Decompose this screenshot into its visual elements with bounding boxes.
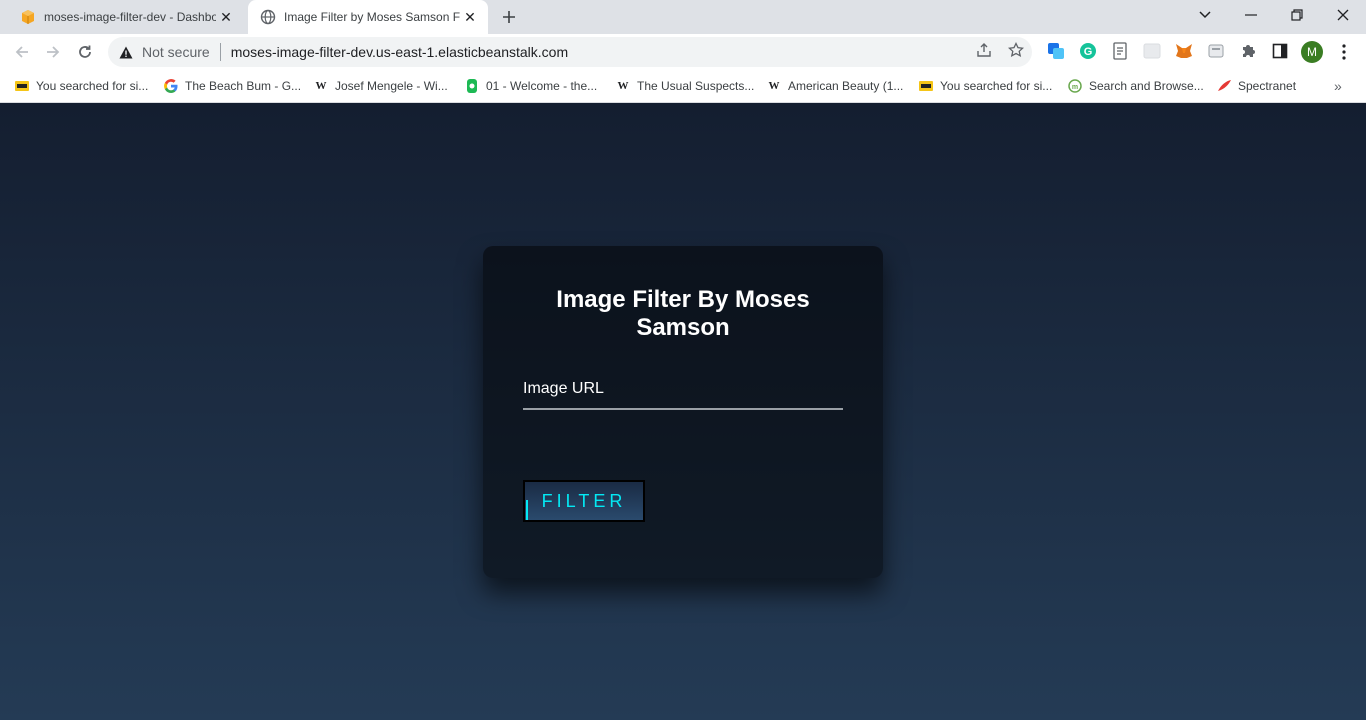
imdb-icon xyxy=(918,78,934,94)
minimize-icon xyxy=(1245,14,1257,16)
globe-icon xyxy=(260,9,276,25)
tab-extension-icon[interactable] xyxy=(1143,42,1161,60)
grammarly-icon[interactable]: G xyxy=(1079,42,1097,60)
spectranet-icon xyxy=(1216,78,1232,94)
close-icon xyxy=(1337,9,1349,21)
back-button[interactable] xyxy=(9,39,35,65)
bookmark-item[interactable]: You searched for si... xyxy=(14,76,148,96)
course-icon xyxy=(464,78,480,94)
tab-close-icon[interactable]: ✕ xyxy=(460,7,480,27)
restore-icon xyxy=(1291,9,1303,21)
image-url-field[interactable]: Image URL xyxy=(523,374,843,410)
bookmark-item[interactable]: You searched for si... xyxy=(918,76,1052,96)
tab-image-filter[interactable]: Image Filter by Moses Samson Fo ✕ xyxy=(248,0,488,34)
tab-dashboard[interactable]: moses-image-filter-dev - Dashbo ✕ xyxy=(8,0,244,34)
bookmark-label: Search and Browse... xyxy=(1089,79,1204,93)
bookmarks-bar: You searched for si... The Beach Bum - G… xyxy=(0,70,1366,103)
svg-text:m: m xyxy=(1072,84,1078,91)
wikipedia-icon: W xyxy=(768,80,780,92)
filter-card: Image Filter By Moses Samson Image URL F… xyxy=(483,246,883,578)
bookmark-label: You searched for si... xyxy=(36,79,149,93)
image-url-input[interactable] xyxy=(523,374,843,408)
arrow-left-icon xyxy=(15,46,28,58)
button-accent-line xyxy=(526,500,528,520)
aws-box-icon xyxy=(22,10,34,24)
url-text[interactable]: moses-image-filter-dev.us-east-1.elastic… xyxy=(231,44,568,60)
forward-button[interactable] xyxy=(40,39,66,65)
metamask-fox-icon[interactable] xyxy=(1175,42,1193,60)
wikipedia-icon: W xyxy=(315,80,327,92)
close-window-button[interactable] xyxy=(1320,0,1366,30)
warning-icon[interactable] xyxy=(118,44,134,60)
bookmark-item[interactable]: m Search and Browse... xyxy=(1067,76,1204,96)
puzzle-extensions-icon[interactable] xyxy=(1239,42,1257,60)
bookmark-label: The Beach Bum - G... xyxy=(185,79,302,93)
page-heading: Image Filter By Moses Samson xyxy=(556,286,810,341)
plus-icon xyxy=(503,11,515,23)
browser-toolbar: Not secure moses-image-filter-dev.us-eas… xyxy=(0,34,1366,70)
bookmark-item[interactable]: The Beach Bum - G... xyxy=(163,76,301,96)
share-icon[interactable] xyxy=(975,41,993,59)
bookmark-item[interactable]: W Josef Mengele - Wi... xyxy=(313,76,448,96)
bookmark-label: You searched for si... xyxy=(940,79,1053,93)
bookmark-label: The Usual Suspects... xyxy=(637,79,755,93)
reload-button[interactable] xyxy=(72,39,98,65)
bookmark-label: Spectranet xyxy=(1238,79,1297,93)
bookmark-label: Josef Mengele - Wi... xyxy=(335,79,448,93)
imdb-icon xyxy=(14,78,30,94)
address-bar[interactable]: Not secure moses-image-filter-dev.us-eas… xyxy=(108,37,1032,67)
tab-close-icon[interactable]: ✕ xyxy=(216,7,236,27)
bookmark-item[interactable]: 01 - Welcome - the... xyxy=(464,76,597,96)
tab-strip: moses-image-filter-dev - Dashbo ✕ Image … xyxy=(0,0,1366,34)
tab-title: Image Filter by Moses Samson Fo xyxy=(284,10,460,24)
address-divider xyxy=(219,43,221,61)
restore-button[interactable] xyxy=(1274,0,1320,30)
new-tab-button[interactable] xyxy=(498,6,520,28)
bookmark-item[interactable]: Spectranet xyxy=(1216,76,1296,96)
notes-extension-icon[interactable] xyxy=(1111,42,1129,60)
security-label[interactable]: Not secure xyxy=(142,44,210,60)
translate-extension-icon[interactable] xyxy=(1047,42,1065,60)
printer-extension-icon[interactable] xyxy=(1207,42,1225,60)
side-panel-icon[interactable] xyxy=(1271,42,1289,60)
search-browse-icon: m xyxy=(1067,78,1083,94)
bookmark-item[interactable]: W American Beauty (1... xyxy=(766,76,904,96)
profile-avatar[interactable]: M xyxy=(1301,41,1323,63)
bookmark-label: 01 - Welcome - the... xyxy=(486,79,598,93)
page-background: Image Filter By Moses Samson Image URL F… xyxy=(0,103,1366,720)
tab-title: moses-image-filter-dev - Dashbo xyxy=(44,10,216,24)
google-icon xyxy=(163,78,179,94)
tab-search-button[interactable] xyxy=(1182,0,1228,30)
svg-text:G: G xyxy=(1084,46,1093,58)
filter-button-label: FILTER xyxy=(541,490,627,511)
wikipedia-icon: W xyxy=(617,80,629,92)
arrow-right-icon xyxy=(47,46,60,58)
reload-icon xyxy=(79,45,91,58)
chevron-down-icon xyxy=(1199,11,1211,19)
filter-button[interactable]: FILTER xyxy=(523,480,645,522)
bookmarks-overflow-icon[interactable]: » xyxy=(1334,78,1342,94)
menu-kebab-icon[interactable] xyxy=(1336,42,1352,62)
bookmark-item[interactable]: W The Usual Suspects... xyxy=(615,76,755,96)
minimize-button[interactable] xyxy=(1228,0,1274,30)
bookmark-label: American Beauty (1... xyxy=(788,79,904,93)
bookmark-star-icon[interactable] xyxy=(1007,41,1025,59)
